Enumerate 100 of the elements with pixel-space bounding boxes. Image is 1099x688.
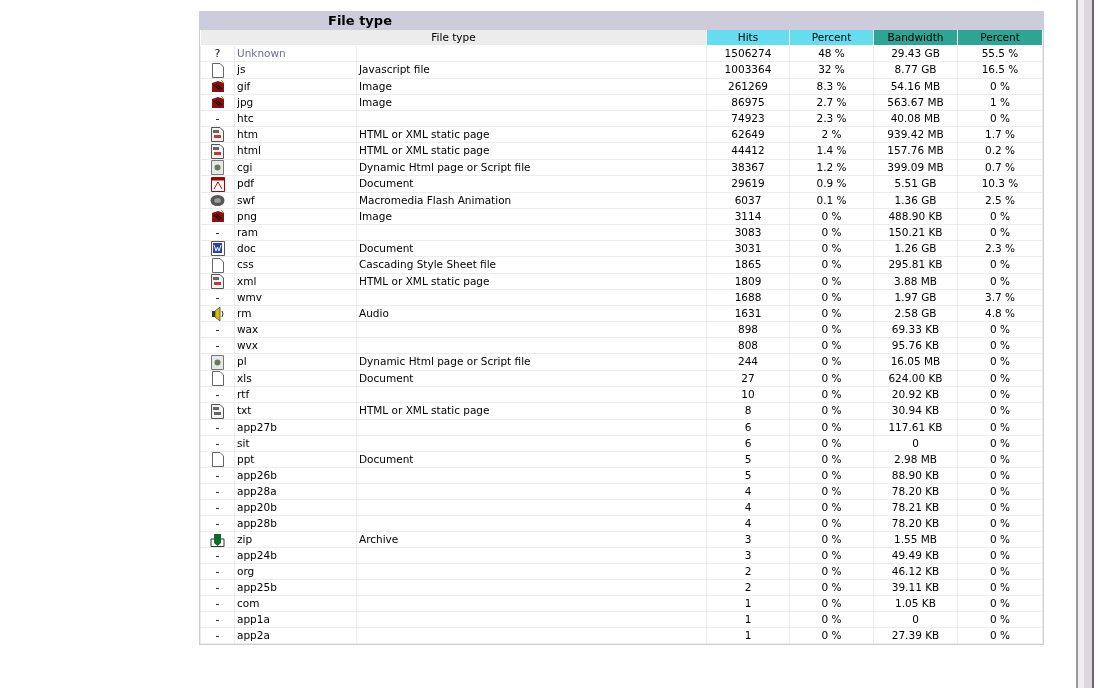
hits-percent: 32 % (818, 63, 845, 76)
hits-percent: 0 % (821, 452, 842, 465)
file-extension: app25b (237, 581, 277, 593)
hits-percent: 0 % (821, 209, 842, 222)
file-extension: app1a (237, 613, 270, 625)
hits-percent: 0 % (821, 533, 842, 545)
hits-percent: 0 % (821, 469, 842, 481)
hits-percent: 0 % (821, 225, 842, 238)
hits-percent: 0 % (821, 323, 842, 335)
hits-percent: 1.2 % (816, 160, 847, 173)
file-description: Dynamic Html page or Script file (359, 355, 531, 368)
file-extension: app27b (237, 420, 277, 433)
hits-percent: 0 % (821, 485, 842, 497)
hits-percent: 48 % (818, 47, 845, 59)
hits-percent: 0 % (821, 549, 842, 561)
hits-value: 6 (744, 436, 752, 449)
bandwidth-percent: 16.5 % (981, 63, 1019, 76)
file-extension: app26b (237, 469, 277, 481)
bandwidth-percent: 0 % (990, 469, 1010, 481)
hits-percent: 0 % (821, 241, 842, 254)
file-extension: wmv (237, 291, 263, 303)
hits-percent: 2 % (821, 127, 842, 140)
bandwidth-value: 939.42 MB (887, 127, 944, 140)
bandwidth-percent: 4.8 % (985, 307, 1015, 319)
file-description: Audio (359, 307, 389, 319)
bandwidth-value: 1.26 GB (894, 241, 937, 254)
hits-value: 27 (741, 371, 755, 384)
hits-value: 6 (744, 420, 752, 433)
bandwidth-value: 1.55 MB (894, 533, 937, 545)
bandwidth-percent: 0 % (990, 111, 1010, 124)
bandwidth-percent: 55.5 % (981, 47, 1019, 59)
icon-symbol: - (215, 225, 220, 239)
file-description: Document (359, 371, 414, 384)
file-extension: doc (237, 241, 256, 254)
blank-page-icon (211, 257, 224, 273)
file-extension: app28a (237, 485, 277, 497)
hits-value: 3 (744, 549, 752, 561)
file-description: Dynamic Html page or Script file (359, 160, 531, 173)
file-description: HTML or XML static page (359, 144, 490, 157)
hits-percent: 0 % (821, 613, 842, 625)
hits-percent: 0 % (821, 258, 842, 271)
hits-percent: 2.3 % (816, 111, 847, 124)
icon-symbol: - (215, 323, 220, 336)
image-file-icon (210, 80, 225, 93)
file-description: Javascript file (359, 63, 430, 76)
bandwidth-value: 78.20 KB (891, 517, 940, 529)
icon-symbol: - (215, 565, 220, 578)
hits-value: 44412 (731, 144, 765, 157)
file-extension: app28b (237, 517, 277, 529)
bandwidth-percent: 0 % (990, 388, 1010, 400)
file-extension: gif (237, 79, 251, 92)
bandwidth-value: 78.20 KB (891, 485, 940, 497)
bandwidth-percent: 0 % (990, 517, 1010, 529)
file-extension: cgi (237, 160, 253, 173)
hits-percent: 1.4 % (816, 144, 847, 157)
column-header: Percent (789, 30, 874, 46)
bandwidth-value: 488.90 KB (888, 209, 943, 222)
file-extension: wax (237, 323, 259, 335)
file-extension: htm (237, 127, 258, 140)
file-extension: app2a (237, 629, 270, 641)
bandwidth-value: 69.33 KB (891, 323, 940, 335)
file-extension: rtf (237, 388, 250, 400)
flash-file-icon (210, 194, 225, 207)
column-header: Hits (706, 30, 790, 46)
file-extension: app20b (237, 501, 277, 513)
bandwidth-value: 399.09 MB (887, 160, 944, 173)
hits-value: 5 (744, 469, 752, 481)
file-extension: org (237, 565, 255, 577)
hits-value: 261269 (727, 79, 769, 92)
hits-value: 86975 (731, 95, 765, 108)
hits-percent: 0.1 % (816, 193, 847, 206)
bandwidth-value: 88.90 KB (891, 469, 940, 481)
archive-icon (210, 533, 225, 547)
file-extension: pl (237, 355, 247, 368)
bandwidth-percent: 0 % (990, 420, 1010, 433)
file-description: HTML or XML static page (359, 404, 490, 417)
bandwidth-value: 8.77 GB (894, 63, 937, 76)
hits-value: 2 (744, 565, 752, 577)
file-extension: ppt (237, 452, 255, 465)
bandwidth-percent: 1.7 % (985, 127, 1015, 140)
bandwidth-value: 39.11 KB (891, 581, 940, 593)
hits-percent: 0 % (821, 629, 842, 641)
icon-symbol: - (215, 581, 220, 594)
bandwidth-value: 78.21 KB (891, 501, 940, 513)
bandwidth-percent: 0 % (990, 404, 1010, 417)
hits-percent: 0 % (821, 581, 842, 593)
file-extension: pdf (237, 177, 255, 190)
icon-symbol: - (215, 501, 220, 514)
bandwidth-percent: 0.7 % (985, 160, 1015, 173)
file-extension: xml (237, 274, 257, 287)
hits-percent: 0 % (821, 597, 842, 609)
file-extension: com (237, 597, 260, 609)
file-extension: js (237, 63, 246, 76)
bandwidth-value: 295.81 KB (888, 258, 943, 271)
bandwidth-value: 563.67 MB (887, 95, 944, 108)
bandwidth-value: 5.51 GB (894, 177, 937, 190)
bandwidth-value: 29.43 GB (891, 47, 940, 59)
bandwidth-percent: 2.5 % (985, 193, 1015, 206)
hits-value: 4 (744, 485, 752, 497)
bandwidth-value: 54.16 MB (890, 79, 941, 92)
